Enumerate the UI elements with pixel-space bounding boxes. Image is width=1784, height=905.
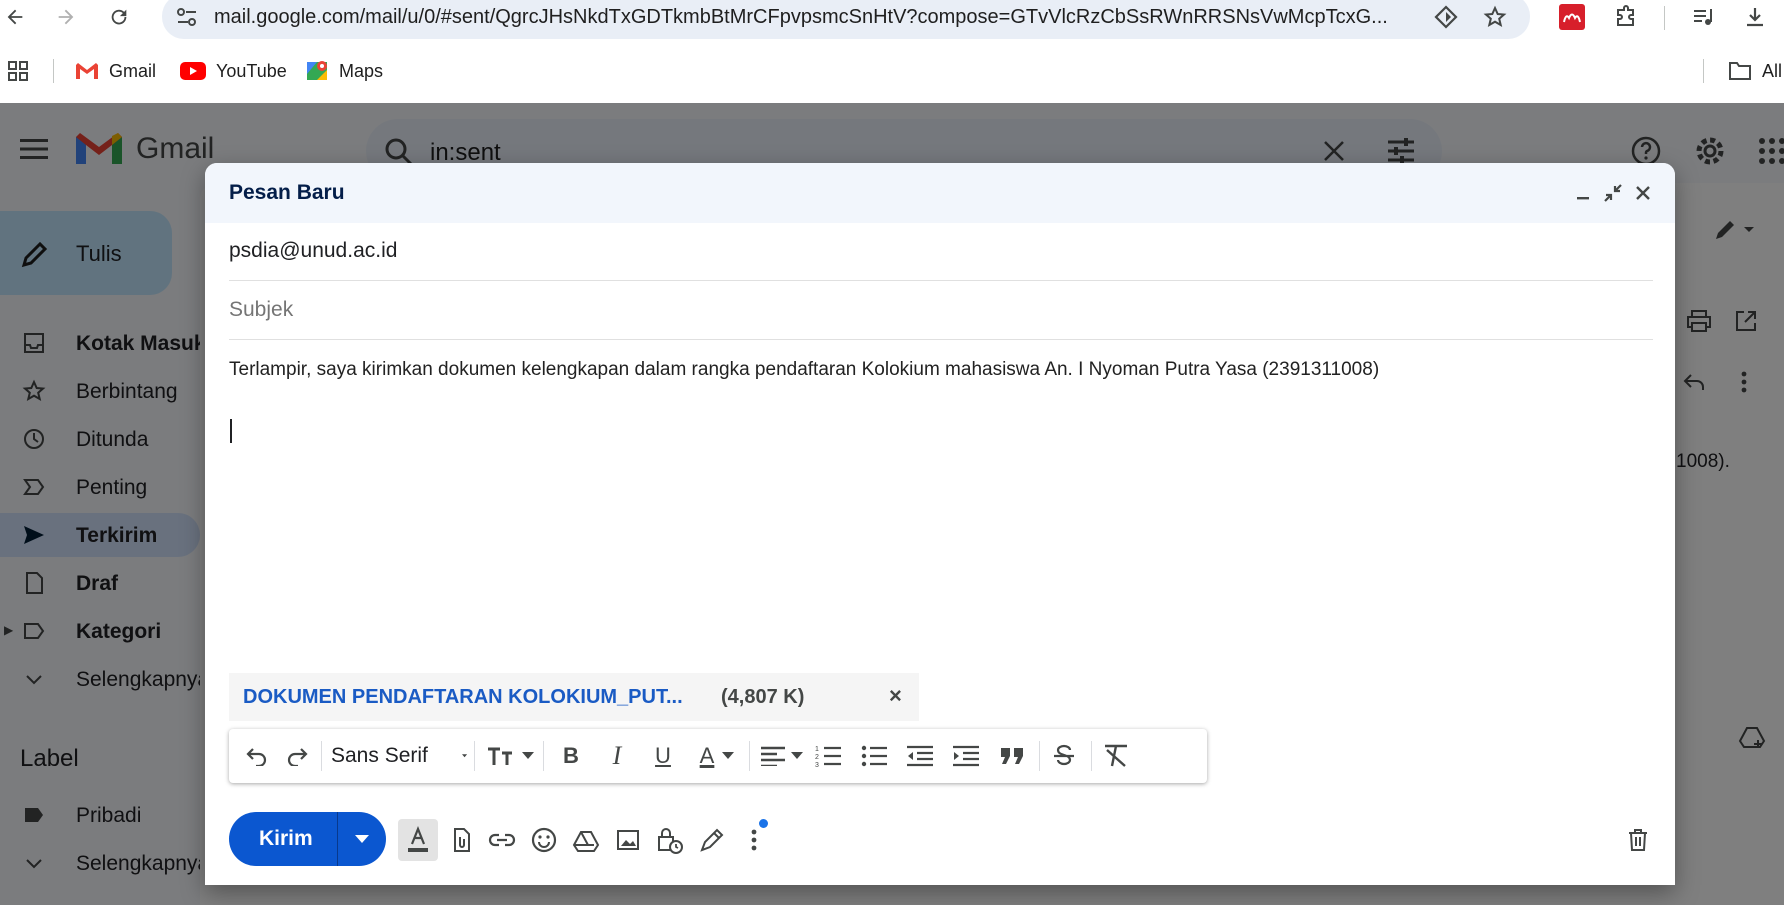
discard-draft-trash-icon[interactable] <box>1621 823 1655 857</box>
indent-less-icon[interactable] <box>905 742 935 770</box>
gmail-favicon-icon <box>76 63 98 79</box>
compose-header[interactable]: Pesan Baru <box>205 163 1675 223</box>
text-color-icon[interactable]: A <box>695 742 739 770</box>
attachment-chip[interactable]: DOKUMEN PENDAFTARAN KOLOKIUM_PUT... (4,8… <box>229 673 919 721</box>
url-text: mail.google.com/mail/u/0/#sent/QgrcJHsNk… <box>214 6 1388 28</box>
attachment-name[interactable]: DOKUMEN PENDAFTARAN KOLOKIUM_PUT... <box>243 686 683 709</box>
italic-icon[interactable]: I <box>603 741 631 770</box>
formatting-options-icon[interactable] <box>398 819 438 861</box>
recipient-chip[interactable]: psdia@unud.ac.id <box>229 239 397 263</box>
more-options-icon[interactable] <box>737 819 771 857</box>
toolbar-separator <box>749 741 750 771</box>
compose-dialog: Pesan Baru psdia@unud.ac.id Subjek Terla… <box>205 163 1675 885</box>
back-icon[interactable] <box>0 2 30 32</box>
compose-title: Pesan Baru <box>229 181 345 204</box>
maps-favicon-icon <box>307 61 327 80</box>
quote-icon[interactable] <box>997 742 1027 770</box>
strikethrough-icon[interactable] <box>1049 742 1079 770</box>
media-control-icon[interactable] <box>1688 2 1718 32</box>
indent-more-icon[interactable] <box>951 742 981 770</box>
address-bar[interactable]: mail.google.com/mail/u/0/#sent/QgrcJHsNk… <box>162 0 1530 39</box>
numbered-list-icon[interactable]: 123 <box>813 742 843 770</box>
browser-chrome: mail.google.com/mail/u/0/#sent/QgrcJHsNk… <box>0 0 1784 103</box>
insert-photo-icon[interactable] <box>611 823 645 857</box>
bookmark-maps[interactable]: Maps <box>307 56 383 86</box>
toolbar-separator <box>321 741 322 771</box>
toolbar-divider <box>1664 6 1665 30</box>
bulleted-list-icon[interactable] <box>859 742 889 770</box>
bookmark-gmail[interactable]: Gmail <box>75 56 156 86</box>
insert-link-icon[interactable] <box>485 823 519 857</box>
schedule-send-dropdown-icon[interactable] <box>347 825 377 853</box>
all-bookmarks-folder[interactable]: All <box>1728 56 1782 86</box>
underline-icon[interactable]: U <box>649 742 677 770</box>
toolbar-separator <box>474 741 475 771</box>
reload-icon[interactable] <box>104 2 134 32</box>
text-cursor <box>230 419 232 443</box>
translate-icon[interactable] <box>1431 2 1461 32</box>
bold-icon[interactable]: B <box>557 742 585 770</box>
bookmarks-divider <box>53 59 54 83</box>
bookmark-youtube[interactable]: YouTube <box>180 56 287 86</box>
folder-icon <box>1729 62 1751 80</box>
insert-emoji-icon[interactable] <box>527 823 561 857</box>
bookmarks-divider-right <box>1703 59 1704 83</box>
extensions-puzzle-icon[interactable] <box>1611 2 1641 32</box>
toolbar-separator <box>543 741 544 771</box>
google-drive-icon[interactable] <box>569 823 603 857</box>
notification-dot <box>759 819 768 828</box>
send-label: Kirim <box>259 827 313 850</box>
svg-text:3: 3 <box>815 762 819 767</box>
font-select[interactable]: Sans Serif <box>331 742 467 770</box>
confidential-mode-icon[interactable] <box>653 823 687 857</box>
send-button-divider <box>337 812 338 866</box>
signature-pen-icon[interactable] <box>695 823 729 857</box>
exit-fullscreen-icon[interactable] <box>1599 179 1627 207</box>
apps-grid-icon[interactable] <box>6 56 30 86</box>
align-icon[interactable] <box>759 742 805 770</box>
undo-icon[interactable] <box>243 742 271 770</box>
svg-text:2: 2 <box>815 754 819 761</box>
attach-file-icon[interactable] <box>443 823 477 857</box>
toolbar-separator <box>1039 741 1040 771</box>
toolbar-separator <box>1091 741 1092 771</box>
send-button[interactable]: Kirim <box>229 812 386 866</box>
formatting-toolbar: Sans Serif B I U A 123 <box>229 729 1207 783</box>
forward-icon[interactable] <box>51 2 81 32</box>
subject-placeholder: Subjek <box>229 298 294 321</box>
redo-icon[interactable] <box>283 742 311 770</box>
attachment-size: (4,807 K) <box>721 686 805 708</box>
remove-attachment-icon[interactable]: × <box>889 683 902 709</box>
star-bookmark-icon[interactable] <box>1480 2 1510 32</box>
close-icon[interactable] <box>1629 179 1657 207</box>
to-field[interactable]: psdia@unud.ac.id <box>229 223 1653 281</box>
site-info-icon[interactable] <box>176 7 198 32</box>
message-body[interactable]: Terlampir, saya kirimkan dokumen kelengk… <box>229 359 1379 381</box>
download-icon[interactable] <box>1740 2 1770 32</box>
minimize-icon[interactable] <box>1569 179 1597 207</box>
dropdown-arrow-icon <box>461 754 467 758</box>
youtube-favicon-icon <box>180 62 206 80</box>
svg-text:1: 1 <box>815 746 819 753</box>
subject-field[interactable]: Subjek <box>229 282 1653 340</box>
remove-formatting-icon[interactable] <box>1101 742 1131 770</box>
mendeley-extension-icon[interactable] <box>1557 2 1587 32</box>
font-size-icon[interactable] <box>485 742 535 770</box>
